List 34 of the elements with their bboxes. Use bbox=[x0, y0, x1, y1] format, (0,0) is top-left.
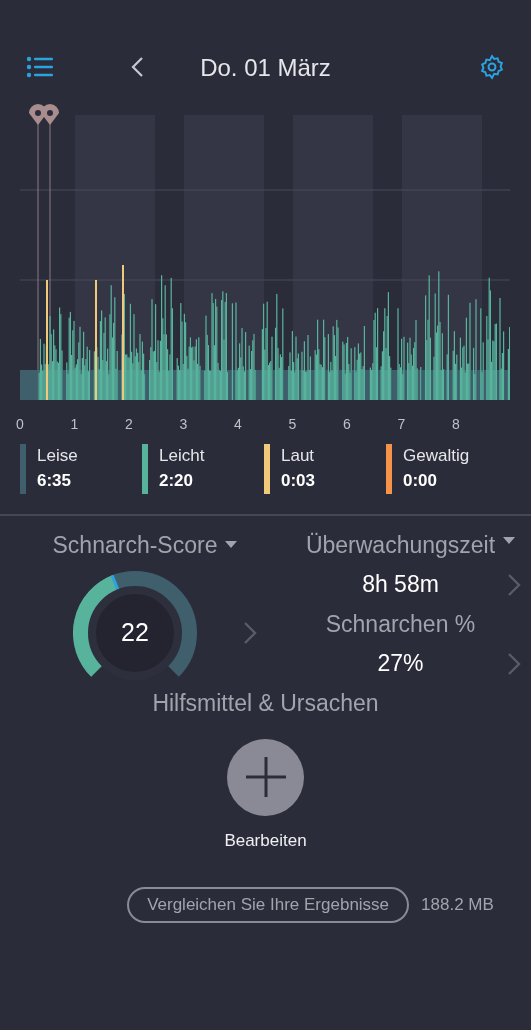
edit-label[interactable]: Bearbeiten bbox=[224, 827, 307, 853]
axis-label: 6 bbox=[343, 415, 351, 434]
axis-label: 8 bbox=[452, 415, 460, 434]
dropdown-icon[interactable] bbox=[503, 537, 515, 545]
axis-label: 4 bbox=[234, 415, 242, 434]
stat-title: Schnarchen % bbox=[325, 610, 476, 639]
legend-label: Leise bbox=[37, 445, 78, 467]
compare-button[interactable]: Vergleichen Sie Ihre Ergebnisse bbox=[127, 887, 410, 923]
axis-label: 0 bbox=[16, 415, 24, 434]
legend-label: Laut bbox=[281, 445, 316, 467]
stat-value: 8h 58m bbox=[362, 570, 439, 600]
legend-value: 0:00 bbox=[403, 470, 439, 492]
axis-label: 3 bbox=[179, 415, 188, 434]
axis-label: 5 bbox=[288, 415, 297, 434]
date-title: Do. 01 März bbox=[200, 53, 331, 83]
score-title[interactable]: Schnarch-Score bbox=[52, 528, 218, 563]
legend-value: 6:35 bbox=[37, 470, 73, 492]
dropdown-icon[interactable] bbox=[225, 541, 238, 550]
storage-size: 188.2 MB bbox=[421, 894, 494, 917]
legend-label: Gewaltig bbox=[403, 445, 470, 467]
section-title: Hilfsmittel & Ursachen bbox=[152, 689, 379, 718]
stat-title: Überwachungszeit bbox=[305, 531, 496, 560]
score-value: 22 bbox=[121, 616, 149, 648]
legend-value: 0:03 bbox=[281, 470, 316, 492]
stat-value: 27% bbox=[377, 649, 424, 679]
legend-value: 2:20 bbox=[159, 470, 195, 492]
settings-icon[interactable] bbox=[479, 54, 505, 80]
axis-label: 1 bbox=[70, 415, 79, 434]
back-icon[interactable] bbox=[130, 56, 144, 78]
axis-label: 7 bbox=[397, 415, 406, 434]
menu-icon[interactable] bbox=[26, 56, 54, 78]
axis-label: 2 bbox=[125, 415, 133, 434]
plus-icon bbox=[244, 756, 287, 798]
legend-label: Leicht bbox=[159, 445, 205, 467]
